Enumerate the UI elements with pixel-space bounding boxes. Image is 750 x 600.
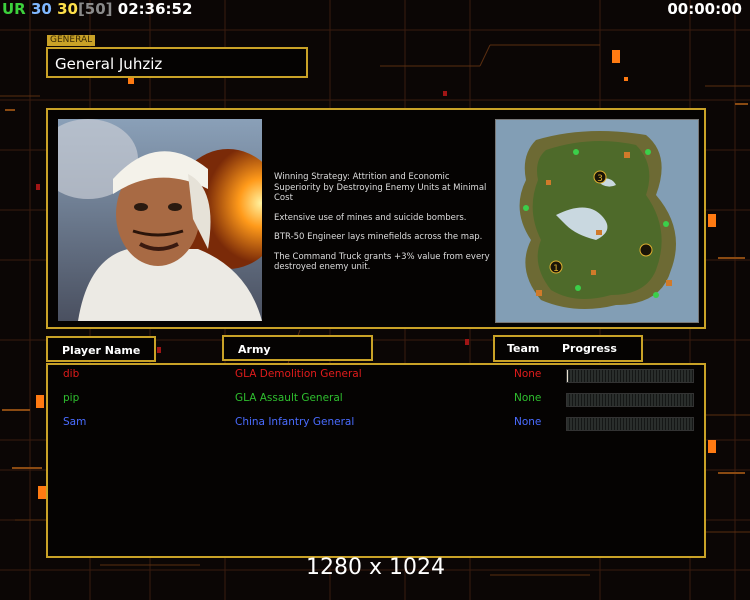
player-progress-bar bbox=[566, 417, 694, 431]
general-tag: GENERAL bbox=[47, 35, 96, 46]
player-name: dib bbox=[63, 368, 80, 380]
player-name: Sam bbox=[63, 416, 87, 428]
header-army: Army bbox=[222, 335, 373, 361]
player-row: pip GLA Assault General None bbox=[48, 392, 704, 408]
player-army: China Infantry General bbox=[235, 416, 355, 428]
general-portrait bbox=[58, 119, 262, 321]
player-army: GLA Demolition General bbox=[235, 368, 362, 380]
general-name: General Juhziz bbox=[46, 47, 308, 78]
unit-count-blue: 30 bbox=[30, 0, 52, 18]
timer-display: 00:00:00 bbox=[667, 0, 742, 18]
player-team: None bbox=[514, 416, 542, 428]
progress-fill bbox=[567, 370, 569, 382]
clock-display: 02:36:52 bbox=[117, 0, 193, 18]
svg-text:3: 3 bbox=[597, 174, 603, 184]
start-marker-empty bbox=[639, 243, 653, 257]
description-line: BTR-50 Engineer lays minefields across t… bbox=[274, 232, 483, 242]
player-row: Sam China Infantry General None bbox=[48, 416, 704, 432]
player-progress-bar bbox=[566, 369, 694, 383]
player-team: None bbox=[514, 392, 542, 404]
player-team: None bbox=[514, 368, 542, 380]
description-line: Winning Strategy: Attrition and Economic… bbox=[274, 172, 487, 203]
general-info-panel: Winning Strategy: Attrition and Economic… bbox=[46, 108, 706, 329]
players-panel: dib GLA Demolition General None pip GLA … bbox=[46, 363, 706, 558]
header-player-name: Player Name bbox=[46, 336, 156, 362]
ur-label: UR bbox=[2, 0, 26, 18]
svg-text:1: 1 bbox=[553, 264, 559, 274]
player-row: dib GLA Demolition General None bbox=[48, 368, 704, 384]
resource-counter: UR 30 30[50] 02:36:52 bbox=[2, 0, 192, 18]
strategy-description: Winning Strategy: Attrition and Economic… bbox=[274, 172, 494, 282]
player-name: pip bbox=[63, 392, 80, 404]
resolution-label: 1280 x 1024 bbox=[306, 555, 445, 580]
header-progress: Progress bbox=[562, 342, 617, 355]
description-line: The Command Truck grants +3% value from … bbox=[274, 251, 490, 273]
player-army: GLA Assault General bbox=[235, 392, 343, 404]
player-progress-bar bbox=[566, 393, 694, 407]
unit-limit: [50] bbox=[77, 0, 113, 18]
map-preview: 3 1 bbox=[495, 119, 699, 323]
header-team-progress: Team Progress bbox=[493, 335, 643, 362]
description-line: Extensive use of mines and suicide bombe… bbox=[274, 212, 467, 223]
header-team: Team bbox=[507, 342, 540, 355]
unit-count-yellow: 30 bbox=[57, 0, 78, 18]
